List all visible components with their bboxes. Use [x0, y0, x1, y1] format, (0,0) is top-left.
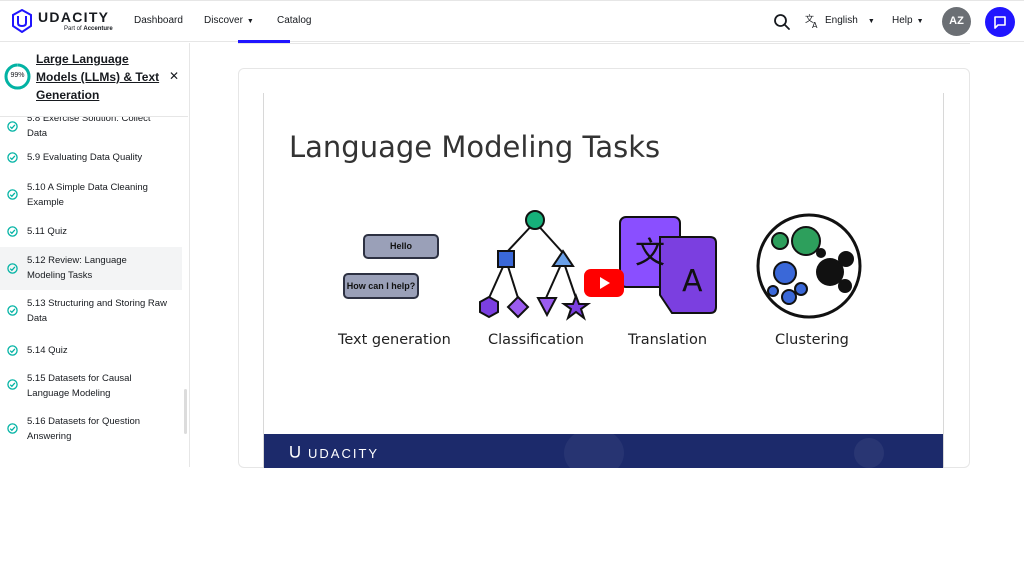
list-item[interactable]: 5.8 Exercise Solution: Collect Data [0, 116, 182, 143]
help-menu[interactable]: Help ▼ [892, 15, 924, 26]
check-circle-icon [7, 189, 18, 200]
check-circle-icon [7, 263, 18, 274]
course-title[interactable]: Large Language Models (LLMs) & Text Gene… [36, 50, 166, 104]
brand-sub-company: Accenture [83, 26, 113, 32]
course-sidebar: 99% Large Language Models (LLMs) & Text … [0, 43, 190, 467]
nav-catalog[interactable]: Catalog [277, 15, 311, 26]
nav-discover[interactable]: Discover ▼ [204, 15, 254, 26]
task-label-text-generation: Text generation [338, 332, 451, 348]
nav-discover-label: Discover [204, 15, 243, 26]
lesson-label: 5.10 A Simple Data Cleaning Example [27, 182, 148, 208]
lesson-label: 5.11 Quiz [27, 226, 67, 237]
check-circle-icon [7, 226, 18, 237]
translate-icon: 文 A [805, 13, 818, 29]
content-divider [238, 43, 970, 44]
sidebar-scrollbar[interactable] [184, 389, 187, 434]
footer-brand: UDACITY [308, 446, 380, 461]
lesson-list[interactable]: 5.8 Exercise Solution: Collect Data 5.9 … [0, 116, 188, 467]
check-circle-icon [7, 423, 18, 434]
video-player[interactable]: Language Modeling Tasks Hello How can I … [263, 93, 944, 468]
lesson-label: 5.16 Datasets for Question Answering [27, 416, 141, 442]
brand-subtitle: Part of Accenture [64, 26, 113, 32]
chat-icon [994, 16, 1006, 29]
chat-bubble-hello: Hello [363, 234, 439, 259]
lesson-label: 5.8 Exercise Solution: Collect Data [27, 116, 151, 139]
udacity-logo-icon [12, 9, 32, 33]
task-label-translation: Translation [628, 332, 708, 348]
svg-text:A: A [682, 264, 703, 299]
footer-decoration [854, 438, 884, 468]
check-circle-icon [7, 152, 18, 163]
check-circle-icon [7, 345, 18, 356]
avatar[interactable]: AZ [942, 7, 971, 36]
brand-name: UDACITY [38, 9, 110, 25]
list-item[interactable]: 5.15 Datasets for Causal Language Modeli… [0, 365, 182, 407]
list-item[interactable]: 5.9 Evaluating Data Quality [0, 144, 182, 174]
lesson-label: 5.15 Datasets for Causal Language Modeli… [27, 373, 132, 399]
list-item[interactable]: 5.14 Quiz [0, 335, 182, 365]
search-icon[interactable] [773, 13, 791, 31]
list-item-active[interactable]: 5.12 Review: Language Modeling Tasks [0, 247, 182, 290]
lesson-label: 5.9 Evaluating Data Quality [27, 152, 143, 163]
slide-title: Language Modeling Tasks [289, 130, 661, 164]
svg-text:文: 文 [635, 236, 665, 271]
footer-decoration [564, 428, 624, 468]
nav-dashboard[interactable]: Dashboard [134, 15, 183, 26]
list-item[interactable]: 5.13 Structuring and Storing Raw Data [0, 291, 182, 333]
brand-sub-prefix: Part of [64, 26, 82, 32]
task-label-classification: Classification [488, 332, 584, 348]
help-label: Help [892, 15, 913, 26]
list-item[interactable]: 5.11 Quiz [0, 217, 182, 247]
language-selector[interactable]: English ▼ [825, 15, 875, 26]
chat-bubble-help: How can I help? [343, 273, 419, 299]
close-icon[interactable]: ✕ [169, 69, 179, 83]
list-item[interactable]: 5.16 Datasets for Question Answering [0, 409, 182, 451]
classification-tree-icon [479, 210, 592, 321]
progress-percent: 99% [10, 72, 25, 79]
list-item[interactable]: 5.10 A Simple Data Cleaning Example [0, 175, 182, 215]
translation-icon: 文 A [619, 216, 717, 314]
chat-button[interactable] [985, 7, 1015, 37]
lesson-label: 5.12 Review: Language Modeling Tasks [27, 255, 127, 281]
lesson-label: 5.14 Quiz [27, 345, 68, 356]
top-navigation-bar: UDACITY Part of Accenture Dashboard Disc… [0, 0, 1024, 42]
task-label-clustering: Clustering [775, 332, 849, 348]
check-circle-icon [7, 305, 18, 316]
video-footer-banner: UDACITY [264, 428, 943, 468]
udacity-logo-icon [290, 446, 300, 458]
lesson-label: 5.13 Structuring and Storing Raw Data [27, 298, 167, 324]
caret-down-icon: ▼ [246, 18, 254, 25]
svg-text:A: A [812, 21, 818, 29]
check-circle-icon [7, 379, 18, 390]
language-label: English [825, 15, 858, 26]
caret-down-icon: ▼ [867, 18, 875, 25]
caret-down-icon: ▼ [916, 18, 924, 25]
check-circle-icon [7, 121, 18, 132]
clustering-icon [756, 213, 862, 319]
udacity-logo[interactable]: UDACITY Part of Accenture [12, 8, 122, 36]
youtube-play-icon[interactable] [584, 269, 624, 297]
